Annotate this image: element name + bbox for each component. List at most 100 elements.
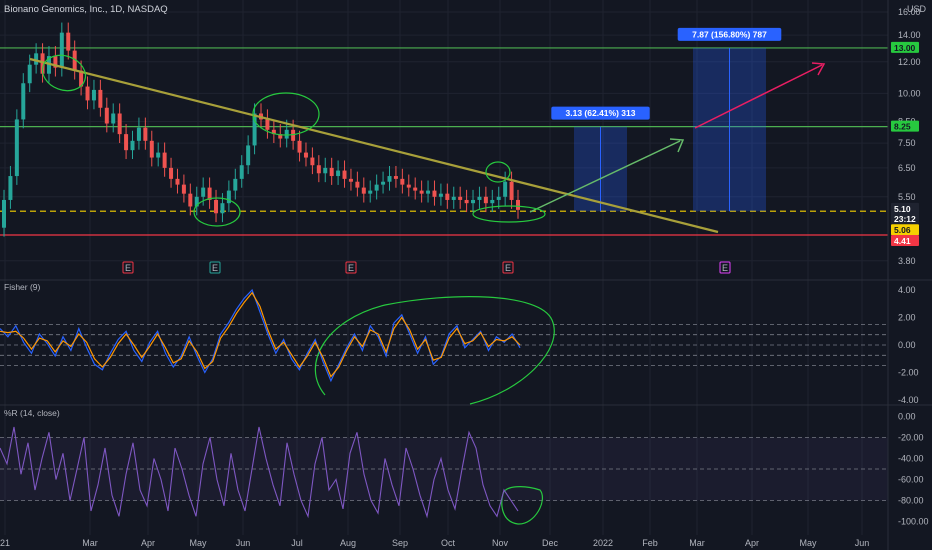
candle-body xyxy=(156,152,161,158)
currency-label: USD xyxy=(907,4,927,14)
candle-body xyxy=(438,193,443,197)
x-tick-label: 21 xyxy=(0,538,10,548)
target-label: 7.87 (156.80%) 787 xyxy=(692,29,767,39)
williams-tick-label: -60.00 xyxy=(898,475,924,485)
candle-body xyxy=(98,89,103,108)
x-tick-label: May xyxy=(799,538,817,548)
price-tick-label: 7.50 xyxy=(898,138,916,148)
candle-body xyxy=(303,152,308,158)
candle-body xyxy=(117,113,122,135)
candle-body xyxy=(445,193,450,200)
candle-body xyxy=(124,134,129,151)
x-tick-label: Dec xyxy=(542,538,559,548)
fisher-tick-label: -4.00 xyxy=(898,395,919,405)
candle-body xyxy=(509,181,514,200)
candle-body xyxy=(374,184,379,191)
candle-body xyxy=(413,187,418,191)
x-tick-label: Apr xyxy=(141,538,155,548)
candle-body xyxy=(483,196,488,204)
candle-body xyxy=(310,157,315,166)
candle-body xyxy=(265,119,270,130)
fisher-tick-label: 0.00 xyxy=(898,340,916,350)
candle-body xyxy=(336,170,341,177)
candle-body xyxy=(471,199,476,204)
candle-body xyxy=(432,190,437,197)
candle-body xyxy=(400,178,405,185)
candle-body xyxy=(355,181,360,188)
candle-body xyxy=(342,170,347,179)
candle-body xyxy=(175,178,180,185)
candle-body xyxy=(130,140,135,151)
candle-body xyxy=(188,193,193,207)
candle-body xyxy=(226,190,231,204)
candle-body xyxy=(85,86,90,101)
candle-body xyxy=(2,199,6,228)
williams-tick-label: -80.00 xyxy=(898,496,924,506)
candle-body xyxy=(14,119,19,177)
candle-body xyxy=(316,165,321,174)
x-tick-label: Apr xyxy=(745,538,759,548)
candle-body xyxy=(426,190,431,194)
candle-body xyxy=(220,203,225,214)
candle-body xyxy=(181,184,186,194)
target-label: 3.13 (62.41%) 313 xyxy=(566,108,636,118)
candle-body xyxy=(66,32,71,51)
candle-body xyxy=(329,167,334,177)
candle-body xyxy=(8,176,13,200)
candle-body xyxy=(297,140,302,153)
candle-body xyxy=(419,190,424,194)
candle-body xyxy=(393,176,398,179)
fisher-tick-label: 2.00 xyxy=(898,313,916,323)
chart-canvas: 3.13 (62.41%) 313 7.87 (156.80%) 787 E E E E… xyxy=(0,0,932,550)
candle-body xyxy=(458,196,463,200)
price-tick-label: 10.00 xyxy=(898,88,921,98)
candle-body xyxy=(464,199,469,204)
earnings-marker-label: E xyxy=(722,263,728,273)
earnings-marker-label: E xyxy=(505,263,511,273)
x-tick-label: 2022 xyxy=(593,538,613,548)
candle-body xyxy=(169,167,174,179)
williams-tick-label: -40.00 xyxy=(898,454,924,464)
price-tick-label: 14.00 xyxy=(898,30,921,40)
x-tick-label: May xyxy=(189,538,207,548)
price-tag-label: 23:12 xyxy=(894,214,916,224)
x-tick-label: Jun xyxy=(855,538,870,548)
price-tag-label: 8.25 xyxy=(894,122,911,132)
williams-r-title: %R (14, close) xyxy=(4,408,60,418)
earnings-marker-label: E xyxy=(125,263,131,273)
candle-body xyxy=(348,178,353,182)
candle-body xyxy=(136,127,141,141)
price-tick-label: 5.50 xyxy=(898,192,916,202)
price-tick-label: 3.80 xyxy=(898,256,916,266)
x-tick-label: Aug xyxy=(340,538,356,548)
candle-body xyxy=(503,181,508,197)
x-tick-label: Feb xyxy=(642,538,658,548)
fisher-title: Fisher (9) xyxy=(4,282,41,292)
candle-body xyxy=(21,83,26,120)
candle-body xyxy=(91,89,96,101)
price-tag-label: 13.00 xyxy=(894,43,916,53)
x-tick-label: Jun xyxy=(236,538,251,548)
candle-body xyxy=(323,167,328,174)
candle-body xyxy=(490,199,495,204)
candle-body xyxy=(143,127,148,141)
x-tick-label: Jul xyxy=(291,538,303,548)
williams-tick-label: -100.00 xyxy=(898,517,929,527)
price-tag-label: 4.41 xyxy=(894,236,911,246)
candle-body xyxy=(59,32,64,68)
candle-body xyxy=(34,53,39,65)
candle-body xyxy=(27,64,32,84)
candle-body xyxy=(284,129,289,139)
williams-tick-label: -20.00 xyxy=(898,433,924,443)
x-tick-label: Mar xyxy=(689,538,705,548)
chart-title: Bionano Genomics, Inc., 1D, NASDAQ xyxy=(4,4,168,15)
candle-body xyxy=(516,199,520,210)
candle-body xyxy=(246,145,251,166)
candle-body xyxy=(451,196,456,200)
x-tick-label: Nov xyxy=(492,538,509,548)
candle-body xyxy=(149,140,154,158)
candle-body xyxy=(496,196,501,200)
fisher-tick-label: -2.00 xyxy=(898,368,919,378)
candle-body xyxy=(233,178,238,191)
price-tick-label: 12.00 xyxy=(898,57,921,67)
